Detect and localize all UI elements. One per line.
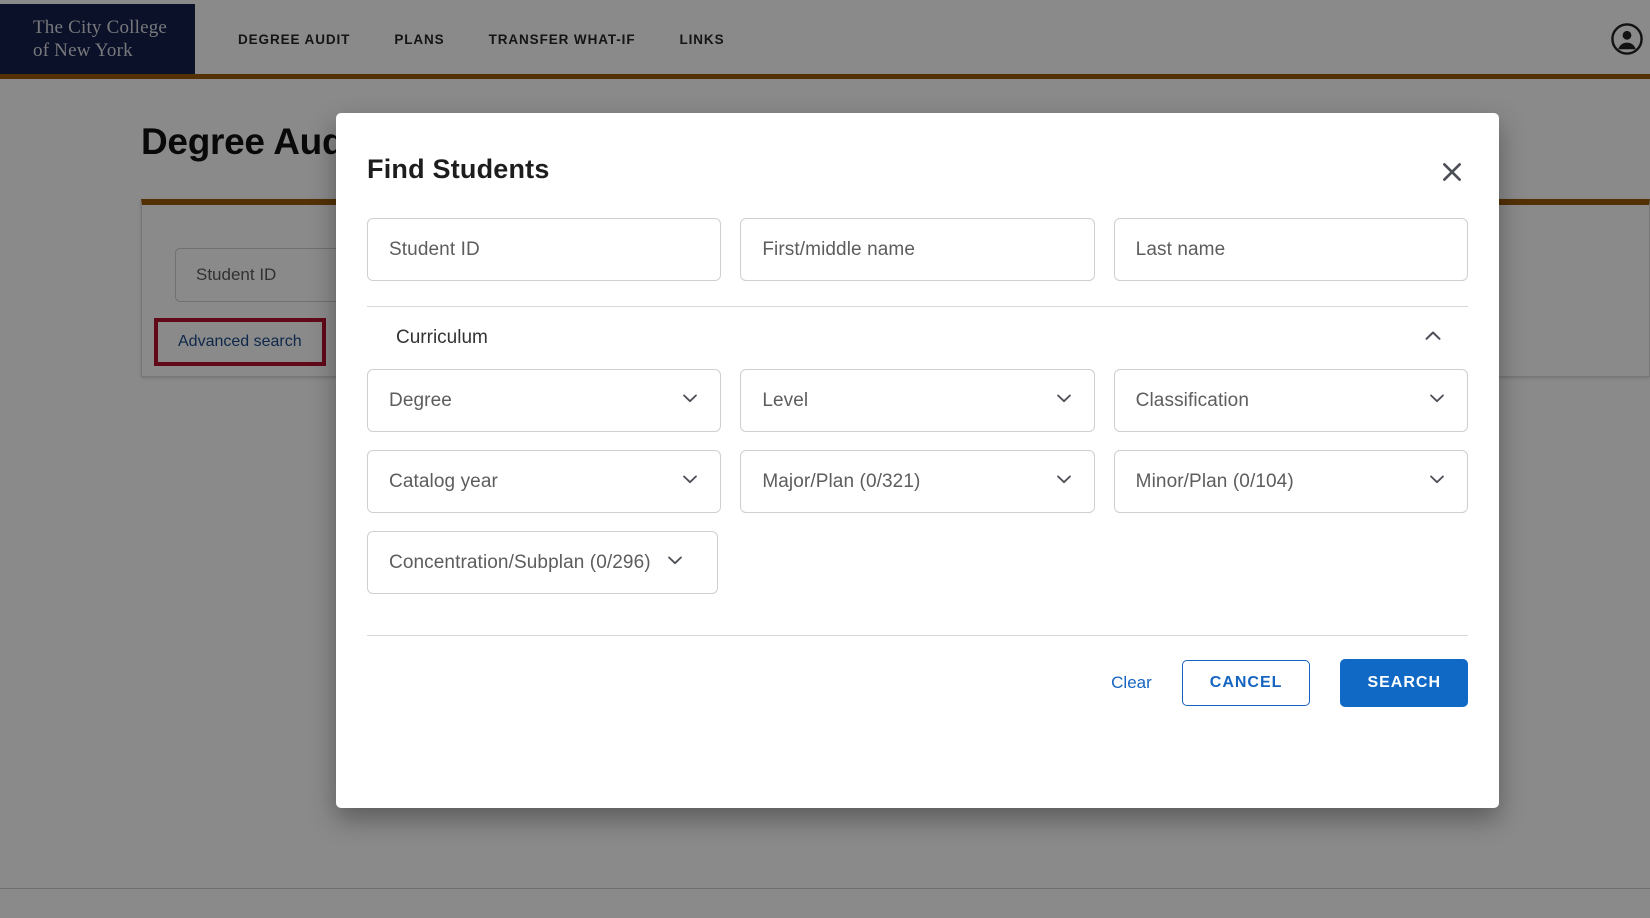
chevron-down-icon (678, 467, 702, 496)
dialog-body: Student ID First/middle name Last name C… (367, 218, 1468, 707)
student-id-placeholder: Student ID (389, 239, 480, 261)
first-middle-name-placeholder: First/middle name (762, 239, 915, 261)
catalog-year-select[interactable]: Catalog year (367, 450, 721, 513)
minor-plan-placeholder: Minor/Plan (0/104) (1136, 471, 1425, 493)
find-students-dialog: Find Students Student ID First/middle na… (336, 113, 1499, 808)
dialog-actions: Clear CANCEL SEARCH (367, 636, 1468, 707)
classification-select[interactable]: Classification (1114, 369, 1468, 432)
chevron-up-icon[interactable] (1420, 323, 1446, 354)
degree-placeholder: Degree (389, 390, 678, 412)
search-button[interactable]: SEARCH (1340, 659, 1468, 707)
level-placeholder: Level (762, 390, 1051, 412)
concentration-subplan-select[interactable]: Concentration/Subplan (0/296) (367, 531, 718, 594)
curriculum-label: Curriculum (396, 327, 488, 349)
classification-placeholder: Classification (1136, 390, 1425, 412)
dialog-title: Find Students (367, 154, 550, 185)
last-name-placeholder: Last name (1136, 239, 1226, 261)
level-select[interactable]: Level (740, 369, 1094, 432)
chevron-down-icon (1052, 467, 1076, 496)
chevron-down-icon (1425, 386, 1449, 415)
clear-button[interactable]: Clear (1095, 663, 1168, 703)
chevron-down-icon (678, 386, 702, 415)
major-plan-placeholder: Major/Plan (0/321) (762, 471, 1051, 493)
last-name-input[interactable]: Last name (1114, 218, 1468, 281)
cancel-button[interactable]: CANCEL (1182, 660, 1311, 706)
curriculum-section-header[interactable]: Curriculum (367, 307, 1468, 369)
minor-plan-select[interactable]: Minor/Plan (0/104) (1114, 450, 1468, 513)
catalog-year-placeholder: Catalog year (389, 471, 678, 493)
chevron-down-icon (1425, 467, 1449, 496)
chevron-down-icon (663, 548, 687, 577)
major-plan-select[interactable]: Major/Plan (0/321) (740, 450, 1094, 513)
first-middle-name-input[interactable]: First/middle name (740, 218, 1094, 281)
degree-select[interactable]: Degree (367, 369, 721, 432)
identity-field-grid: Student ID First/middle name Last name (367, 218, 1468, 281)
chevron-down-icon (1052, 386, 1076, 415)
curriculum-field-grid: Degree Level Classification (367, 369, 1468, 594)
close-icon[interactable] (1433, 153, 1471, 191)
student-id-input[interactable]: Student ID (367, 218, 721, 281)
concentration-subplan-placeholder: Concentration/Subplan (0/296) (389, 552, 651, 574)
